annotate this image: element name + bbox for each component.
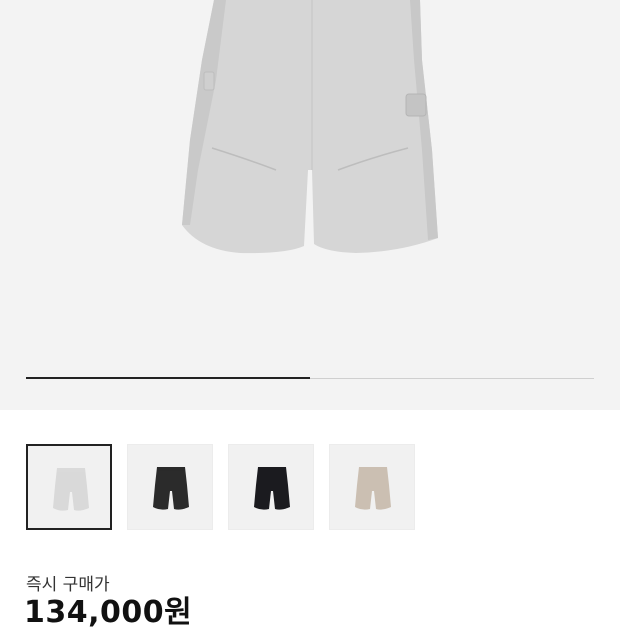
shorts-thumbnail-image xyxy=(53,468,89,511)
product-main-image xyxy=(182,0,438,254)
shorts-thumbnail-image xyxy=(355,467,391,510)
thumb-black[interactable] xyxy=(228,444,314,530)
thumb-beige[interactable] xyxy=(329,444,415,530)
image-progress-fill xyxy=(26,377,310,379)
price-value: 134,000원 xyxy=(24,595,193,630)
thumb-charcoal[interactable] xyxy=(127,444,213,530)
image-progress-bar xyxy=(26,377,594,379)
shorts-thumbnail-image xyxy=(254,467,290,510)
product-image-carousel[interactable] xyxy=(0,0,620,410)
price-label: 즉시 구매가 xyxy=(26,575,110,595)
shorts-thumbnail-image xyxy=(153,467,189,510)
thumb-heather-gray[interactable] xyxy=(26,444,112,530)
